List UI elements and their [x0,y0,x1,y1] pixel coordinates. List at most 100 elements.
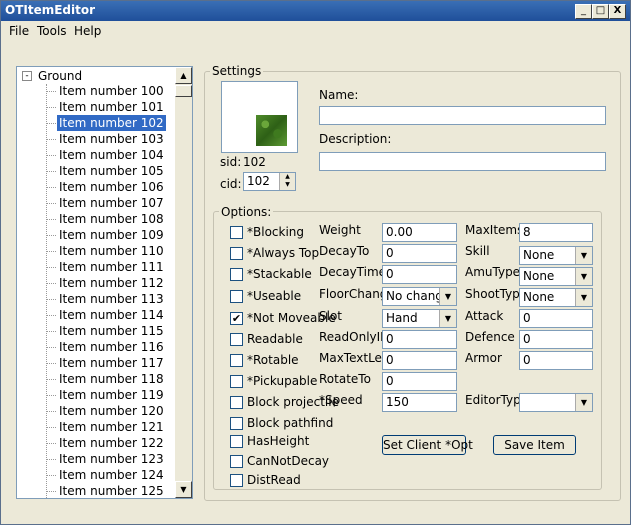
tree-item[interactable]: Item number 104 [46,147,176,163]
chevron-down-icon[interactable]: ▼ [439,310,456,327]
tree-item-label[interactable]: Item number 120 [57,403,166,419]
tree-item-label[interactable]: Item number 105 [57,163,166,179]
set-client-button[interactable]: Set Client *Opt [382,435,473,455]
description-field[interactable] [319,152,606,171]
defence-field[interactable]: 0 [519,330,593,349]
chevron-down-icon[interactable]: ▼ [575,394,592,411]
option-checkbox[interactable] [230,396,243,409]
option-checkbox[interactable] [230,375,243,388]
tree-item[interactable]: Item number 110 [46,243,176,259]
tree-root-label[interactable]: Ground [38,69,98,83]
tree-item[interactable]: Item number 101 [46,99,176,115]
cid-spin-buttons[interactable]: ▲ ▼ [279,173,295,190]
tree-item[interactable]: Item number 123 [46,451,176,467]
menu-help[interactable]: Help [74,24,101,38]
cid-value[interactable]: 102 [247,174,270,188]
tree-item[interactable]: Item number 105 [46,163,176,179]
tree-item-label[interactable]: Item number 114 [57,307,166,323]
tree-item[interactable]: Item number 116 [46,339,176,355]
option-checkbox[interactable] [230,333,243,346]
option-checkbox-label[interactable]: *Useable [247,289,301,303]
option-checkbox[interactable] [230,290,243,303]
skill-select[interactable]: None ▼ [519,246,593,265]
chevron-down-icon[interactable]: ▼ [575,268,592,285]
amutype-select[interactable]: None ▼ [519,267,593,286]
option-checkbox[interactable] [230,226,243,239]
scroll-thumb[interactable] [175,85,192,97]
tree-item-label[interactable]: Item number 110 [57,243,166,259]
tree-item-label[interactable]: Item number 101 [57,99,166,115]
tree-item[interactable]: Item number 121 [46,419,176,435]
tree-item-label[interactable]: Item number 112 [57,275,166,291]
tree-item[interactable]: Item number 107 [46,195,176,211]
decaytime-field[interactable]: 0 [382,265,457,284]
option-checkbox[interactable]: ✔ [230,312,243,325]
tree-item-label[interactable]: Item number 123 [57,451,166,467]
option-checkbox-label[interactable]: HasHeight [247,434,309,448]
tree-item[interactable]: Item number 109 [46,227,176,243]
tree-item-label[interactable]: Item number 103 [57,131,166,147]
spin-down-icon[interactable]: ▼ [280,181,295,189]
option-checkbox[interactable] [230,435,243,448]
maxtextlen-field[interactable]: 0 [382,351,457,370]
option-checkbox[interactable] [230,354,243,367]
tree-item[interactable]: Item number 111 [46,259,176,275]
tree-item-label[interactable]: Item number 122 [57,435,166,451]
option-checkbox-label[interactable]: *Stackable [247,267,312,281]
option-checkbox[interactable] [230,247,243,260]
tree-item-label[interactable]: Item number 102 [57,115,166,131]
rotateto-field[interactable]: 0 [382,372,457,391]
tree-item-label[interactable]: Item number 115 [57,323,166,339]
tree-item[interactable]: Item number 113 [46,291,176,307]
chevron-down-icon[interactable]: ▼ [575,289,592,306]
tree-item[interactable]: Item number 112 [46,275,176,291]
tree-item-label[interactable]: Item number 117 [57,355,166,371]
option-checkbox-label[interactable]: *Always Top [247,246,319,260]
tree-item[interactable]: Item number 106 [46,179,176,195]
tree-item-label[interactable]: Item number 107 [57,195,166,211]
tree-item-label[interactable]: Item number 104 [57,147,166,163]
close-button[interactable]: X [609,4,626,19]
tree-item-label[interactable]: Item number 119 [57,387,166,403]
tree-item-label[interactable]: Item number 100 [57,83,166,99]
menu-file[interactable]: File [9,24,29,38]
tree-item-label[interactable]: Item number 108 [57,211,166,227]
tree-item[interactable]: Item number 115 [46,323,176,339]
collapse-icon[interactable]: - [22,71,32,81]
option-checkbox[interactable] [230,455,243,468]
option-checkbox[interactable] [230,474,243,487]
speed-field[interactable]: 150 [382,393,457,412]
tree-item[interactable]: Item number 108 [46,211,176,227]
tree-item[interactable]: Item number 125 [46,483,176,498]
tree-item[interactable]: Item number 120 [46,403,176,419]
tree-item-label[interactable]: Item number 113 [57,291,166,307]
maximize-button[interactable]: □ [592,4,609,19]
option-checkbox-label[interactable]: *Pickupable [247,374,317,388]
attack-field[interactable]: 0 [519,309,593,328]
tree-item-label[interactable]: Item number 106 [57,179,166,195]
editortype-select[interactable]: ▼ [519,393,593,412]
name-field[interactable] [319,106,606,125]
weight-field[interactable]: 0.00 [382,223,457,242]
tree-item-label[interactable]: Item number 109 [57,227,166,243]
tree-scrollbar[interactable]: ▲ ▼ [175,67,192,498]
tree-item[interactable]: Item number 103 [46,131,176,147]
tree-item[interactable]: Item number 122 [46,435,176,451]
option-checkbox-label[interactable]: Readable [247,332,303,346]
tree-item-label[interactable]: Item number 118 [57,371,166,387]
armor-field[interactable]: 0 [519,351,593,370]
save-item-button[interactable]: Save Item [493,435,576,455]
tree-item[interactable]: Item number 102 [46,115,176,131]
option-checkbox-label[interactable]: CanNotDecay [247,454,329,468]
cid-spinner[interactable]: 102 ▲ ▼ [243,172,296,191]
floorchange-select[interactable]: No change ▼ [382,287,457,306]
tree-item-label[interactable]: Item number 116 [57,339,166,355]
tree-item[interactable]: Item number 117 [46,355,176,371]
maxitems-field[interactable]: 8 [519,223,593,242]
option-checkbox[interactable] [230,417,243,430]
tree-item[interactable]: Item number 119 [46,387,176,403]
minimize-button[interactable]: _ [575,4,592,19]
option-checkbox-label[interactable]: Block pathfind [247,416,333,430]
option-checkbox-label[interactable]: *Blocking [247,225,304,239]
slot-select[interactable]: Hand ▼ [382,309,457,328]
